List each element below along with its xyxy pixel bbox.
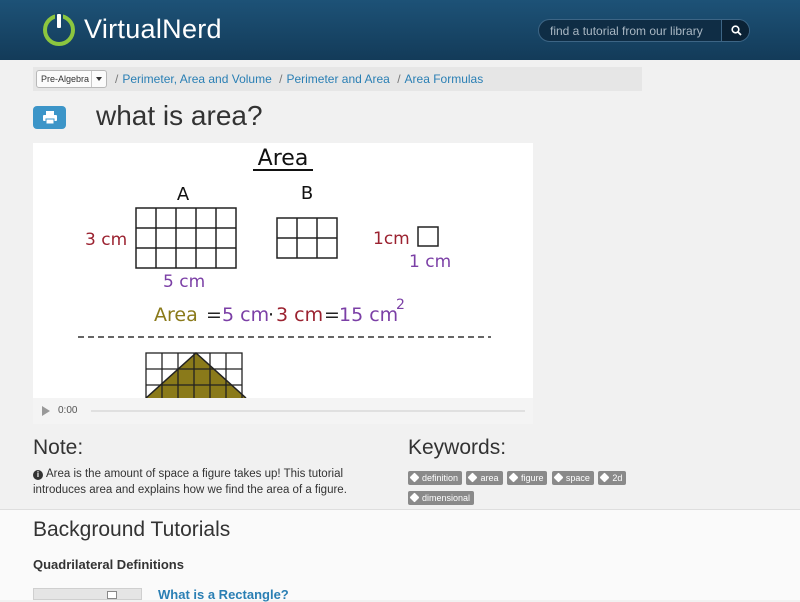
note-heading: Note: — [33, 436, 84, 459]
keyword-tags: definition area figure space 2d dimensio… — [408, 468, 638, 508]
breadcrumb-item-area-formulas[interactable]: Area Formulas — [405, 72, 484, 86]
breadcrumb: Pre-Algebra / Perimeter, Area and Volume … — [33, 67, 642, 91]
tag-label: area — [480, 473, 499, 483]
board-side-5cm: 5 cm — [163, 272, 205, 292]
breadcrumb-separator: / — [279, 72, 283, 86]
board-unit-top: 1cm — [373, 229, 410, 249]
video-frame-whiteboard: Area A B 3 cm 5 cm 1cm 1 cm Area = 5 cm … — [78, 146, 491, 398]
keyword-tag[interactable]: 2d — [598, 471, 627, 485]
note-text: i Area is the amount of space a figure ta… — [33, 466, 393, 498]
tag-icon — [508, 472, 519, 483]
brand-bold: Nerd — [162, 14, 222, 44]
video-controls: 0:00 — [33, 398, 533, 424]
background-tutorials-heading: Background Tutorials — [33, 518, 231, 541]
breadcrumb-separator: / — [397, 72, 401, 86]
board-heading: Area — [258, 146, 309, 171]
formula-eq2: = — [324, 304, 340, 326]
breadcrumb-item-perimeter-and-area[interactable]: Perimeter and Area — [286, 72, 389, 86]
printer-icon — [43, 111, 57, 124]
subject-select[interactable]: Pre-Algebra — [36, 70, 107, 88]
formula-area: Area — [154, 304, 198, 326]
keyword-tag[interactable]: definition — [408, 471, 463, 485]
keywords-heading: Keywords: — [408, 436, 507, 459]
formula-5cm: 5 cm — [222, 304, 269, 326]
board-unit-bottom: 1 cm — [409, 252, 451, 272]
video-player[interactable]: Area A B 3 cm 5 cm 1cm 1 cm Area = 5 cm … — [33, 143, 533, 424]
grid-b — [276, 217, 338, 259]
keyword-tag[interactable]: figure — [506, 471, 548, 485]
tag-label: dimensional — [422, 493, 471, 503]
brand-logo-text[interactable]: VirtualNerd — [84, 14, 222, 45]
thumbnail-icon — [107, 591, 117, 599]
keyword-tag[interactable]: dimensional — [408, 491, 475, 505]
breadcrumb-item-perimeter-area-volume[interactable]: Perimeter, Area and Volume — [122, 72, 271, 86]
formula-dot: · — [268, 304, 274, 326]
tag-icon — [468, 472, 478, 483]
formula-exponent: 2 — [396, 297, 405, 313]
page-title: what is area? — [96, 100, 263, 131]
grid-a — [135, 207, 237, 269]
video-time: 0:00 — [58, 405, 78, 416]
tag-label: space — [565, 473, 590, 483]
search-icon — [731, 25, 742, 36]
print-button[interactable] — [33, 106, 66, 129]
formula-result: 15 cm — [339, 304, 398, 326]
section-heading: Quadrilateral Definitions — [33, 557, 184, 572]
tag-icon — [409, 472, 420, 483]
breadcrumb-links: / Perimeter, Area and Volume / Perimeter a… — [111, 72, 483, 86]
tag-label: figure — [520, 473, 544, 483]
tutorial-thumbnail[interactable] — [33, 588, 142, 600]
formula-3cm: 3 cm — [276, 304, 323, 326]
unit-square — [417, 226, 439, 247]
board-label-b: B — [301, 183, 313, 204]
keyword-tag[interactable]: area — [466, 471, 503, 485]
note-body: Area is the amount of space a figure tak… — [33, 468, 347, 496]
video-progress-bar[interactable] — [91, 410, 525, 412]
power-icon[interactable] — [42, 12, 76, 46]
site-header: VirtualNerd — [0, 0, 800, 60]
keyword-tag[interactable]: space — [551, 471, 594, 485]
tag-icon — [599, 472, 610, 483]
triangle-grid — [145, 351, 247, 398]
subject-select-value: Pre-Algebra — [41, 74, 90, 84]
area-formula: Area = 5 cm · 3 cm = 15 cm 2 — [154, 297, 405, 326]
search-box — [538, 19, 750, 42]
search-button[interactable] — [721, 20, 749, 41]
board-side-3cm: 3 cm — [85, 230, 127, 250]
brand-light: Virtual — [84, 14, 163, 44]
play-icon[interactable] — [42, 406, 50, 416]
tag-icon — [409, 492, 420, 503]
chevron-down-icon — [91, 71, 106, 87]
tag-label: definition — [422, 473, 459, 483]
breadcrumb-separator: / — [115, 72, 119, 86]
board-label-a: A — [177, 184, 190, 205]
search-input[interactable] — [539, 20, 723, 41]
tag-label: 2d — [612, 473, 623, 483]
tag-icon — [553, 472, 564, 483]
formula-eq1: = — [206, 304, 222, 326]
info-icon: i — [33, 470, 43, 480]
